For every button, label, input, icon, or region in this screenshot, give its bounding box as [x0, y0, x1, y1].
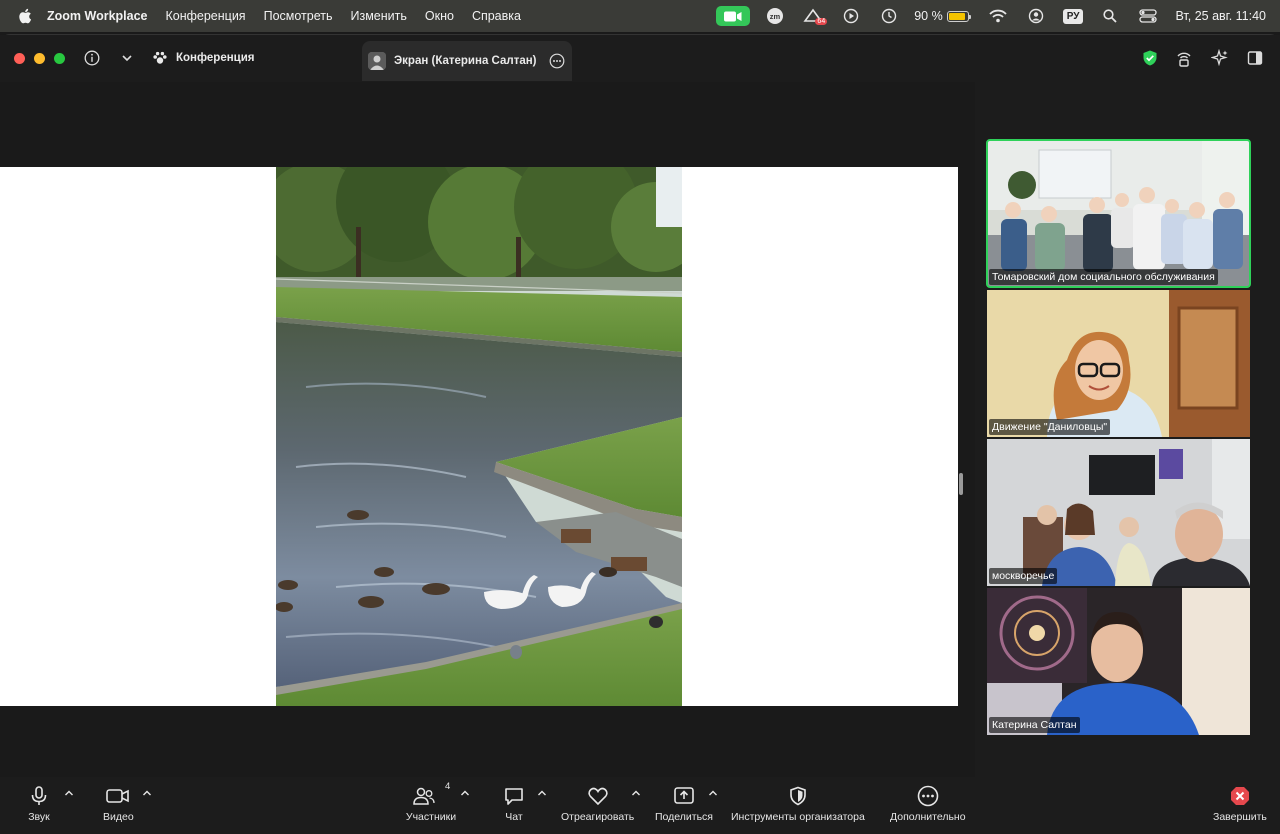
end-meeting-x-icon: [1230, 787, 1249, 805]
apple-logo-icon[interactable]: [18, 8, 32, 24]
react-options-chevron-up-icon[interactable]: [631, 789, 641, 797]
menu-edit[interactable]: Изменить: [351, 9, 407, 23]
zoom-window-button[interactable]: [54, 53, 65, 64]
share-screen-button[interactable]: Поделиться: [655, 785, 713, 823]
end-meeting-button[interactable]: Завершить: [1213, 785, 1267, 823]
minimize-window-button[interactable]: [34, 53, 45, 64]
shared-photo-pond-with-swans: [276, 167, 682, 706]
play-icon[interactable]: [838, 7, 864, 25]
time-machine-icon[interactable]: [876, 7, 902, 25]
audio-label: Звук: [28, 811, 50, 823]
more-ellipsis-icon: [917, 785, 939, 807]
security-shield-icon[interactable]: [1141, 49, 1159, 67]
end-label: Завершить: [1213, 811, 1267, 823]
chat-bubble-icon: [505, 788, 523, 805]
wifi-icon[interactable]: [985, 7, 1011, 25]
menu-window[interactable]: Окно: [425, 9, 454, 23]
tab-shared-screen-label: Экран (Катерина Салтан): [394, 55, 537, 67]
participant-video: [987, 439, 1250, 586]
zoom-meeting-window: Конференция Экран (Катерина Салтан) Тома…: [0, 34, 1280, 834]
host-tools-label: Инструменты организатора: [731, 811, 865, 823]
participant-tile[interactable]: Томаровский дом социального обслуживания: [986, 139, 1251, 288]
participant-name: москворечье: [989, 568, 1058, 584]
menu-help[interactable]: Справка: [472, 9, 521, 23]
participant-video: [987, 140, 1250, 287]
macos-menu-bar: Zoom Workplace Конференция Посмотреть Из…: [0, 0, 1280, 32]
participant-video: [987, 290, 1250, 437]
more-button[interactable]: Дополнительно: [890, 785, 966, 823]
participant-name: Томаровский дом социального обслуживания: [989, 269, 1218, 285]
battery-percent: 90 %: [914, 9, 943, 23]
chat-button[interactable]: Чат: [503, 785, 525, 823]
participant-video: [987, 588, 1250, 735]
host-tools-shield-icon: [790, 786, 806, 806]
meeting-paw-icon: [153, 51, 167, 64]
audio-button[interactable]: Звук: [28, 785, 50, 823]
participants-count: 4: [445, 781, 451, 792]
share-label: Поделиться: [655, 811, 713, 823]
chat-label: Чат: [505, 811, 523, 823]
window-title-bar: Конференция Экран (Катерина Салтан): [0, 35, 1280, 81]
input-language-indicator[interactable]: РУ: [1062, 8, 1084, 24]
more-label: Дополнительно: [890, 811, 966, 823]
spotlight-search-icon[interactable]: [1097, 7, 1123, 25]
app-menu-zoom[interactable]: Zoom Workplace: [47, 9, 147, 23]
share-options-chevron-up-icon[interactable]: [708, 789, 718, 797]
tab-meeting[interactable]: Конференция: [152, 47, 255, 69]
chevron-down-icon[interactable]: [121, 53, 133, 63]
share-screen-icon: [674, 787, 694, 804]
video-options-chevron-up-icon[interactable]: [142, 789, 152, 797]
audio-options-chevron-up-icon[interactable]: [64, 789, 74, 797]
view-layout-icon[interactable]: [1246, 49, 1264, 67]
participant-tile[interactable]: Катерина Салтан: [987, 588, 1250, 735]
close-window-button[interactable]: [14, 53, 25, 64]
ai-companion-icon[interactable]: [1211, 49, 1229, 67]
meeting-info-icon[interactable]: [84, 50, 100, 66]
menu-conference[interactable]: Конференция: [165, 9, 245, 23]
tab-shared-screen[interactable]: Экран (Катерина Салтан): [362, 41, 572, 81]
companion-mode-icon[interactable]: [1175, 49, 1193, 67]
participants-options-chevron-up-icon[interactable]: [460, 789, 470, 797]
gallery-resize-handle[interactable]: [959, 473, 963, 495]
notification-app-icon[interactable]: 64: [800, 7, 828, 25]
control-center-icon[interactable]: [1135, 7, 1161, 25]
video-label: Видео: [103, 811, 134, 823]
zm-app-icon[interactable]: zm: [762, 7, 788, 25]
microphone-icon: [31, 786, 47, 805]
svg-text:zm: zm: [770, 12, 781, 21]
menu-view[interactable]: Посмотреть: [264, 9, 333, 23]
react-label: Отреагировать: [561, 811, 635, 823]
video-button[interactable]: Видео: [103, 785, 134, 823]
user-account-icon[interactable]: [1023, 7, 1049, 25]
chat-options-chevron-up-icon[interactable]: [537, 789, 547, 797]
participants-label: Участники: [405, 811, 457, 823]
video-camera-icon: [106, 789, 130, 803]
zoom-video-indicator[interactable]: [716, 6, 751, 26]
menubar-clock[interactable]: Вт, 25 авг. 11:40: [1175, 9, 1266, 23]
camera-icon: [724, 11, 742, 21]
heart-icon: [587, 787, 608, 806]
shared-slide: [0, 167, 958, 706]
meeting-controls-toolbar: Звук Видео Участники 4 Чат Отреагировать…: [0, 777, 1280, 834]
react-button[interactable]: Отреагировать: [561, 785, 634, 823]
participant-tile[interactable]: Движение "Даниловцы": [987, 290, 1250, 437]
avatar: [368, 52, 386, 70]
participant-tile[interactable]: москворечье: [987, 439, 1250, 586]
shared-screen-area[interactable]: [0, 82, 975, 777]
participant-name: Катерина Салтан: [989, 717, 1080, 733]
tab-meeting-label: Конференция: [176, 52, 255, 64]
more-options-icon[interactable]: [549, 53, 565, 69]
participant-name: Движение "Даниловцы": [989, 419, 1111, 435]
notification-badge: 64: [815, 18, 828, 25]
battery-icon[interactable]: [946, 10, 971, 22]
host-tools-button[interactable]: Инструменты организатора: [731, 785, 865, 823]
